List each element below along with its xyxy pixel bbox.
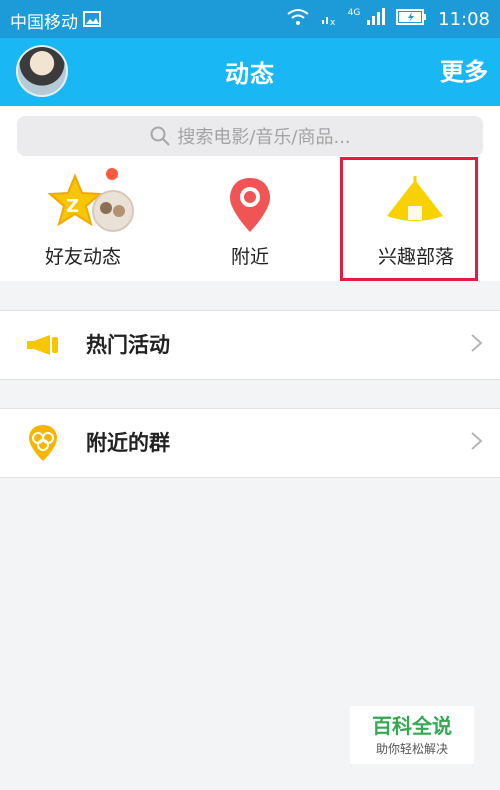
- status-bar: 中国移动 x 4G 11:08: [0, 0, 500, 38]
- battery-icon: [396, 8, 428, 31]
- search-placeholder: 搜索电影/音乐/商品...: [177, 127, 351, 148]
- entry-label: 好友动态: [44, 246, 121, 268]
- qzone-star-icon: Z: [47, 168, 134, 232]
- search-icon: [149, 125, 171, 147]
- signal-4g-icon: 4G: [348, 8, 386, 31]
- more-button[interactable]: 更多: [440, 52, 488, 87]
- chevron-right-icon: [471, 334, 483, 352]
- chevron-right-icon: [471, 432, 483, 450]
- entry-nearby[interactable]: 附近: [170, 168, 330, 278]
- megaphone-icon: [27, 335, 58, 355]
- svg-text:x: x: [330, 18, 336, 26]
- search-input[interactable]: 搜索电影/音乐/商品...: [17, 116, 483, 156]
- status-right: x 4G 11:08: [286, 8, 490, 31]
- list-item-hot-events[interactable]: 热门活动: [0, 310, 500, 380]
- list-item-label: 附近的群: [86, 431, 170, 455]
- nearby-group-icon: [29, 425, 57, 461]
- watermark: 百科全说 助你轻松解决: [350, 706, 474, 764]
- badge-dot: [106, 168, 118, 180]
- top-panel: 搜索电影/音乐/商品... Z 好友动态 附近 兴趣部落: [0, 106, 500, 281]
- gallery-notification-icon: [83, 11, 102, 33]
- watermark-title: 百科全说: [372, 714, 452, 738]
- status-left: 中国移动: [10, 8, 102, 33]
- list-item-label: 热门活动: [86, 333, 170, 357]
- wifi-icon: [286, 8, 310, 31]
- time-label: 11:08: [438, 9, 490, 30]
- entry-friend-feed[interactable]: Z 好友动态: [3, 168, 163, 278]
- carrier-label: 中国移动: [10, 13, 78, 33]
- entry-label: 附近: [230, 246, 269, 268]
- highlight-box: [340, 157, 478, 281]
- no-signal-icon: x: [320, 8, 338, 31]
- location-pin-icon: [230, 178, 270, 232]
- top-bar: 动态 更多: [0, 38, 500, 106]
- network-type-label: 4G: [347, 8, 361, 18]
- page-title: 动态: [225, 60, 275, 88]
- svg-text:Z: Z: [66, 196, 79, 217]
- list-item-nearby-groups[interactable]: 附近的群: [0, 408, 500, 478]
- watermark-subtitle: 助你轻松解决: [375, 742, 448, 756]
